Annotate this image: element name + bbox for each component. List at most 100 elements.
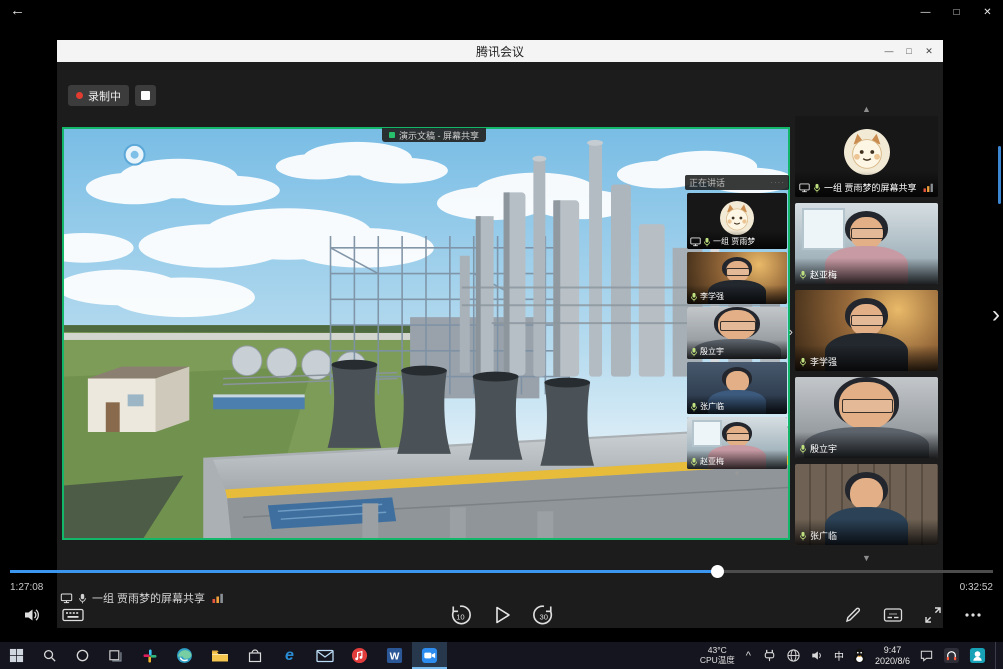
forward-30-icon: 30	[532, 603, 556, 627]
windows-logo-icon	[9, 648, 24, 663]
tray-headset-app-icon[interactable]	[943, 647, 960, 664]
participant-label: 李学强	[795, 345, 938, 371]
participant-tile-share[interactable]: 一组 贾雨梦的屏幕共享	[795, 116, 938, 197]
taskbar-app-store[interactable]	[237, 642, 272, 669]
more-button[interactable]	[963, 605, 983, 625]
strip-scroll-down-button[interactable]: ▼	[795, 551, 938, 565]
tray-expand-chevron[interactable]: ^	[744, 650, 753, 662]
scrollbar-thumb[interactable]	[998, 146, 1001, 204]
task-view-button[interactable]	[99, 642, 132, 669]
speaking-tile-video[interactable]: 张广临	[687, 362, 787, 414]
mic-icon	[799, 444, 807, 454]
edge-icon	[176, 647, 193, 664]
minimize-button[interactable]: —	[910, 0, 941, 24]
participant-tile-video[interactable]: 殷立宇	[795, 377, 938, 458]
meeting-close-button[interactable]: ✕	[919, 40, 939, 62]
taskbar-app-file-explorer[interactable]	[202, 642, 237, 669]
search-icon	[42, 648, 57, 663]
drag-handle-icon[interactable]: ····	[770, 178, 785, 187]
volume-button[interactable]	[22, 605, 42, 625]
stop-recording-button[interactable]	[135, 85, 156, 106]
progress-handle[interactable]	[711, 565, 724, 578]
strip-scroll-up-button[interactable]: ▲	[795, 102, 938, 116]
cpu-temp-widget[interactable]: 43°C CPU温度	[700, 646, 735, 666]
speaker-icon	[22, 605, 42, 625]
action-center-button[interactable]	[919, 648, 934, 663]
taskbar-clock[interactable]: 9:47 2020/8/6	[875, 645, 910, 667]
player-right-controls	[843, 601, 983, 629]
start-button[interactable]	[0, 642, 33, 669]
presentation-icon	[389, 132, 395, 138]
participant-tile-video[interactable]: 李学强	[795, 290, 938, 371]
participant-label: 张广临	[795, 519, 938, 545]
play-icon	[492, 604, 512, 626]
meeting-minimize-button[interactable]: —	[879, 40, 899, 62]
mic-icon	[813, 183, 821, 193]
screen: ← — □ ✕ 腾讯会议 — □ ✕ 录制中	[0, 0, 1003, 669]
playback-progress-bar[interactable]	[10, 570, 993, 573]
speaking-panel[interactable]: 正在讲话 ····	[685, 175, 789, 479]
player-topbar: ← — □ ✕	[0, 0, 1003, 24]
speaking-tile-video[interactable]: 殷立宇	[687, 307, 787, 359]
taskbar-app-music[interactable]	[342, 642, 377, 669]
tray-meeting-app-icon[interactable]	[969, 647, 986, 664]
participant-tile-video[interactable]: 张广临	[795, 464, 938, 545]
panel-chevron-icon[interactable]: ›	[789, 325, 793, 338]
mic-icon	[799, 270, 807, 280]
meeting-restore-button[interactable]: □	[899, 40, 919, 62]
play-button[interactable]	[492, 604, 512, 626]
speaking-tile-video[interactable]: 赵亚梅	[687, 417, 787, 469]
player-center-controls: 10 30	[448, 601, 556, 629]
remaining-time: 0:32:52	[960, 582, 993, 593]
rewind-10-button[interactable]: 10	[448, 603, 472, 627]
mic-icon	[799, 531, 807, 541]
show-desktop-button[interactable]	[995, 642, 1000, 669]
taskbar-app-word[interactable]: W	[377, 642, 412, 669]
participant-label: 李学强	[687, 285, 787, 304]
tray-ime-indicator[interactable]: 中	[834, 648, 844, 663]
participant-label: 赵亚梅	[687, 450, 787, 469]
speaking-tile-video[interactable]: 李学强	[687, 252, 787, 304]
recording-label: 录制中	[88, 88, 121, 104]
recording-indicator: 录制中	[68, 85, 156, 106]
tray-volume-icon[interactable]	[810, 648, 825, 663]
speaking-tile-avatar[interactable]: 一组 贾雨梦	[687, 193, 787, 249]
player-window-controls: — □ ✕	[910, 0, 1003, 24]
mic-icon	[799, 357, 807, 367]
panel-collapse-arrow[interactable]: ▼	[685, 469, 789, 479]
task-view-icon	[108, 648, 123, 663]
now-playing-label: 一组 贾雨梦的屏幕共享	[60, 590, 224, 606]
taskbar: e W 43°C CPU温度 ^	[0, 642, 1003, 669]
svg-text:W: W	[390, 651, 400, 662]
avatar	[844, 129, 890, 175]
taskbar-app-edge-legacy[interactable]: e	[272, 642, 307, 669]
tray-power-plug-icon[interactable]	[762, 648, 777, 663]
taskbar-app-edge[interactable]	[167, 642, 202, 669]
network-signal-icon	[923, 183, 934, 192]
taskbar-search-button[interactable]	[33, 642, 66, 669]
system-tray: 43°C CPU温度 ^ 中 9:47 2020/8/6	[700, 642, 1003, 669]
meeting-window-controls: — □ ✕	[879, 40, 939, 62]
side-panel-chevron[interactable]: ›	[992, 303, 1000, 327]
back-button[interactable]: ←	[10, 2, 25, 19]
taskbar-app-mail[interactable]	[307, 642, 342, 669]
forward-30-button[interactable]: 30	[532, 603, 556, 627]
close-button[interactable]: ✕	[972, 0, 1003, 24]
fullscreen-button[interactable]	[923, 605, 943, 625]
cortana-button[interactable]	[66, 642, 99, 669]
participant-tile-video[interactable]: 赵亚梅	[795, 203, 938, 284]
keyboard-button[interactable]	[62, 607, 84, 623]
tray-network-icon[interactable]	[786, 648, 801, 663]
music-app-icon	[351, 647, 368, 664]
player-left-controls	[22, 601, 84, 629]
subtitle-button[interactable]	[883, 605, 903, 625]
mic-icon	[690, 457, 698, 467]
maximize-button[interactable]: □	[941, 0, 972, 24]
participant-label: 一组 贾雨梦	[687, 230, 787, 249]
edit-button[interactable]	[843, 605, 863, 625]
participant-label: 殷立宇	[687, 340, 787, 359]
mic-icon	[703, 237, 711, 247]
tray-qq-icon[interactable]	[853, 648, 866, 663]
taskbar-app-tencent-meeting[interactable]	[412, 642, 447, 669]
taskbar-app-slack[interactable]	[132, 642, 167, 669]
